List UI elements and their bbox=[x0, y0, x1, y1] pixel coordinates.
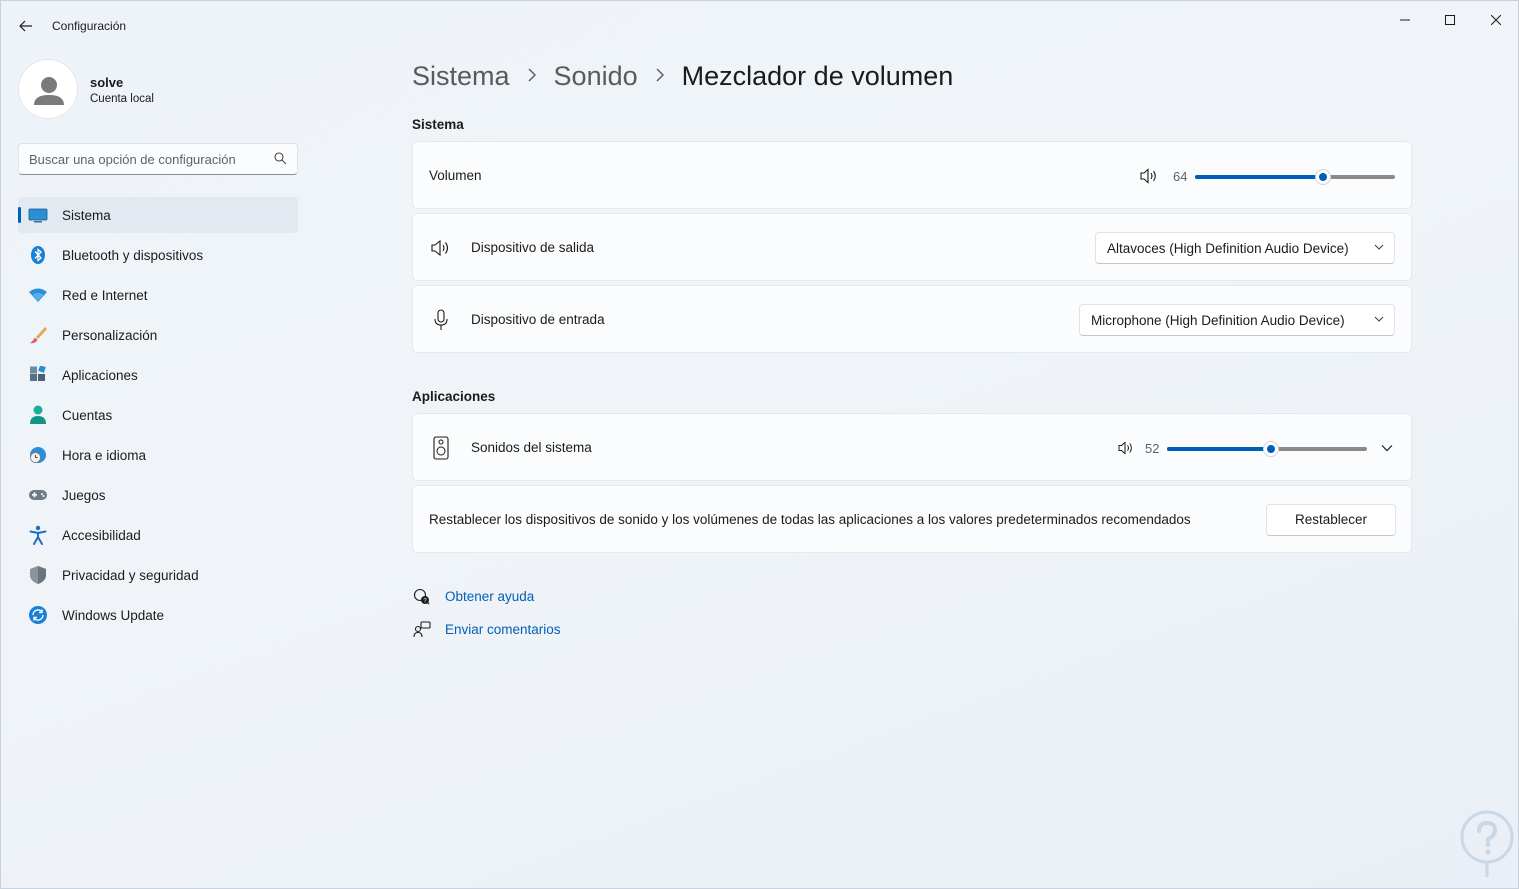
sidebar-item-label: Personalización bbox=[62, 328, 158, 343]
back-button[interactable] bbox=[11, 11, 41, 41]
send-feedback-label[interactable]: Enviar comentarios bbox=[445, 622, 561, 637]
person-icon bbox=[28, 405, 48, 424]
speaker-device-icon bbox=[429, 436, 453, 460]
gamepad-icon bbox=[28, 486, 48, 504]
sidebar-item-time-language[interactable]: Hora e idioma bbox=[18, 437, 298, 473]
shield-icon bbox=[28, 566, 48, 584]
title-bar: Configuración bbox=[1, 1, 1519, 49]
sidebar-item-apps[interactable]: Aplicaciones bbox=[18, 357, 298, 393]
system-sounds-slider-fill bbox=[1167, 447, 1271, 451]
user-profile[interactable]: solve Cuenta local bbox=[18, 59, 298, 119]
chevron-down-icon[interactable] bbox=[1381, 443, 1393, 453]
sidebar-item-accounts[interactable]: Cuentas bbox=[18, 397, 298, 433]
search-placeholder: Buscar una opción de configuración bbox=[29, 152, 236, 167]
avatar bbox=[18, 59, 78, 119]
input-device-selected: Microphone (High Definition Audio Device… bbox=[1091, 313, 1345, 328]
maximize-icon bbox=[1445, 15, 1455, 25]
sidebar-item-gaming[interactable]: Juegos bbox=[18, 477, 298, 513]
help-icon: ? bbox=[412, 587, 432, 607]
speaker-icon[interactable] bbox=[1118, 441, 1134, 455]
sidebar-item-privacy[interactable]: Privacidad y seguridad bbox=[18, 557, 298, 593]
sidebar-item-label: Aplicaciones bbox=[62, 368, 138, 383]
minimize-button[interactable] bbox=[1382, 5, 1428, 35]
system-sounds-value: 52 bbox=[1145, 441, 1160, 456]
reset-card: Restablecer los dispositivos de sonido y… bbox=[412, 485, 1412, 553]
section-title-sistema: Sistema bbox=[412, 117, 464, 132]
sidebar-item-label: Juegos bbox=[62, 488, 106, 503]
volume-value: 64 bbox=[1173, 169, 1188, 184]
chevron-down-icon bbox=[1374, 316, 1384, 322]
maximize-button[interactable] bbox=[1427, 5, 1473, 35]
sidebar-nav: Sistema Bluetooth y dispositivos Red e I… bbox=[18, 197, 298, 637]
sidebar-item-label: Red e Internet bbox=[62, 288, 148, 303]
sidebar-item-label: Privacidad y seguridad bbox=[62, 568, 199, 583]
volume-slider-thumb[interactable] bbox=[1315, 169, 1331, 185]
chevron-right-icon bbox=[638, 66, 682, 87]
breadcrumb-item-sistema[interactable]: Sistema bbox=[412, 61, 510, 92]
sidebar-item-windows-update[interactable]: Windows Update bbox=[18, 597, 298, 633]
close-button[interactable] bbox=[1473, 5, 1519, 35]
breadcrumb-item-sonido[interactable]: Sonido bbox=[554, 61, 638, 92]
accessibility-icon bbox=[28, 525, 48, 545]
monitor-icon bbox=[28, 206, 48, 224]
output-device-label: Dispositivo de salida bbox=[471, 240, 595, 255]
reset-button[interactable]: Restablecer bbox=[1266, 504, 1396, 536]
output-device-card: Dispositivo de salida Altavoces (High De… bbox=[412, 213, 1412, 281]
wifi-icon bbox=[28, 286, 48, 304]
system-sounds-card: Sonidos del sistema 52 bbox=[412, 413, 1412, 481]
sidebar-item-accessibility[interactable]: Accesibilidad bbox=[18, 517, 298, 553]
back-arrow-icon bbox=[19, 20, 32, 32]
reset-description: Restablecer los dispositivos de sonido y… bbox=[429, 512, 1191, 527]
sidebar-item-label: Sistema bbox=[62, 208, 111, 223]
get-help-link[interactable]: ? Obtener ayuda bbox=[412, 586, 534, 608]
bluetooth-icon bbox=[28, 246, 48, 264]
input-device-dropdown[interactable]: Microphone (High Definition Audio Device… bbox=[1079, 304, 1395, 336]
search-icon bbox=[274, 152, 287, 165]
send-feedback-link[interactable]: Enviar comentarios bbox=[412, 619, 561, 641]
feedback-icon bbox=[412, 620, 432, 640]
settings-search-input[interactable]: Buscar una opción de configuración bbox=[18, 143, 298, 175]
microphone-icon bbox=[429, 308, 453, 332]
minimize-icon bbox=[1400, 19, 1410, 21]
sidebar-item-network[interactable]: Red e Internet bbox=[18, 277, 298, 313]
profile-account-type: Cuenta local bbox=[90, 93, 154, 105]
speaker-icon[interactable] bbox=[1140, 168, 1158, 184]
system-sounds-slider[interactable] bbox=[1167, 441, 1367, 457]
system-sounds-slider-thumb[interactable] bbox=[1263, 441, 1279, 457]
user-avatar-icon bbox=[34, 77, 64, 105]
volume-slider[interactable] bbox=[1195, 169, 1395, 185]
profile-name: solve bbox=[90, 75, 124, 90]
app-title: Configuración bbox=[52, 19, 127, 33]
volume-slider-fill bbox=[1195, 175, 1323, 179]
speaker-icon bbox=[429, 236, 453, 260]
close-icon bbox=[1491, 15, 1501, 25]
globe-clock-icon bbox=[28, 446, 48, 464]
input-device-label: Dispositivo de entrada bbox=[471, 312, 605, 327]
output-device-selected: Altavoces (High Definition Audio Device) bbox=[1107, 241, 1349, 256]
sidebar-item-label: Cuentas bbox=[62, 408, 113, 423]
sidebar-item-label: Bluetooth y dispositivos bbox=[62, 248, 204, 263]
system-sounds-label: Sonidos del sistema bbox=[471, 440, 592, 455]
sidebar-item-label: Accesibilidad bbox=[62, 528, 141, 543]
brush-icon bbox=[28, 326, 48, 344]
watermark-logo bbox=[1460, 810, 1514, 877]
sidebar-item-personalization[interactable]: Personalización bbox=[18, 317, 298, 353]
output-device-dropdown[interactable]: Altavoces (High Definition Audio Device) bbox=[1095, 232, 1395, 264]
apps-icon bbox=[28, 366, 48, 384]
section-title-aplicaciones: Aplicaciones bbox=[412, 389, 496, 404]
chevron-down-icon bbox=[1374, 244, 1384, 250]
sidebar-item-label: Windows Update bbox=[62, 608, 165, 623]
sidebar-item-label: Hora e idioma bbox=[62, 448, 147, 463]
get-help-label[interactable]: Obtener ayuda bbox=[445, 589, 534, 604]
breadcrumb: Sistema Sonido Mezclador de volumen bbox=[412, 61, 953, 92]
sidebar-item-sistema[interactable]: Sistema bbox=[18, 197, 298, 233]
volume-card: Volumen 64 bbox=[412, 141, 1412, 209]
update-icon bbox=[28, 606, 48, 624]
sidebar-item-bluetooth[interactable]: Bluetooth y dispositivos bbox=[18, 237, 298, 273]
chevron-right-icon bbox=[510, 66, 554, 87]
input-device-card: Dispositivo de entrada Microphone (High … bbox=[412, 285, 1412, 353]
page-title: Mezclador de volumen bbox=[681, 61, 954, 91]
volume-label: Volumen bbox=[429, 168, 482, 183]
